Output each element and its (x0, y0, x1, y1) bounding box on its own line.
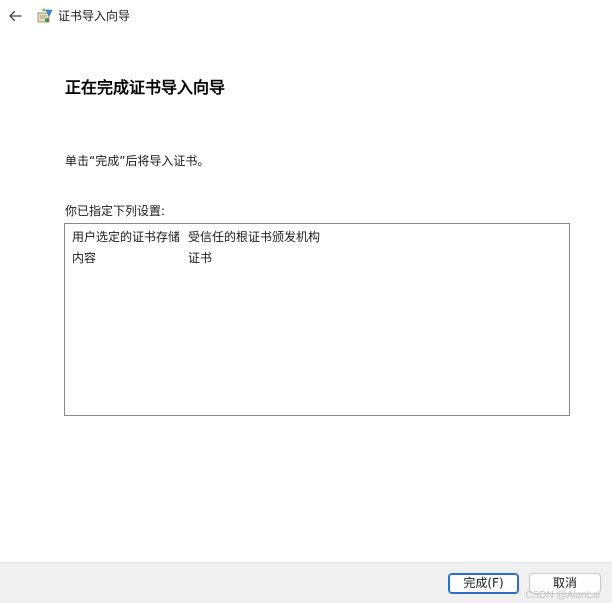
finish-button[interactable]: 完成(F) (448, 573, 519, 594)
settings-key: 内容 (72, 251, 97, 265)
settings-label: 你已指定下列设置: (65, 204, 166, 218)
button-bar: 完成(F) 取消 CSDN @AlanLai (0, 562, 612, 603)
settings-value: 证书 (188, 251, 213, 265)
watermark: CSDN @AlanLai (525, 590, 600, 601)
back-arrow-icon (9, 10, 22, 22)
certificate-wizard-icon (37, 8, 53, 23)
settings-key: 用户选定的证书存储 (72, 230, 181, 244)
window-title: 证书导入向导 (58, 9, 131, 23)
back-button[interactable] (4, 5, 26, 27)
settings-list[interactable]: 用户选定的证书存储 受信任的根证书颁发机构 内容 证书 (64, 223, 570, 416)
settings-value: 受信任的根证书颁发机构 (188, 230, 321, 244)
instruction-text: 单击“完成”后将导入证书。 (65, 154, 210, 168)
certificate-import-wizard-window: 证书导入向导 正在完成证书导入向导 单击“完成”后将导入证书。 你已指定下列设置… (0, 0, 612, 603)
settings-row: 内容 证书 (72, 250, 212, 266)
settings-row: 用户选定的证书存储 受信任的根证书颁发机构 (72, 229, 320, 245)
page-heading: 正在完成证书导入向导 (65, 78, 226, 97)
title-bar: 证书导入向导 (0, 0, 612, 32)
